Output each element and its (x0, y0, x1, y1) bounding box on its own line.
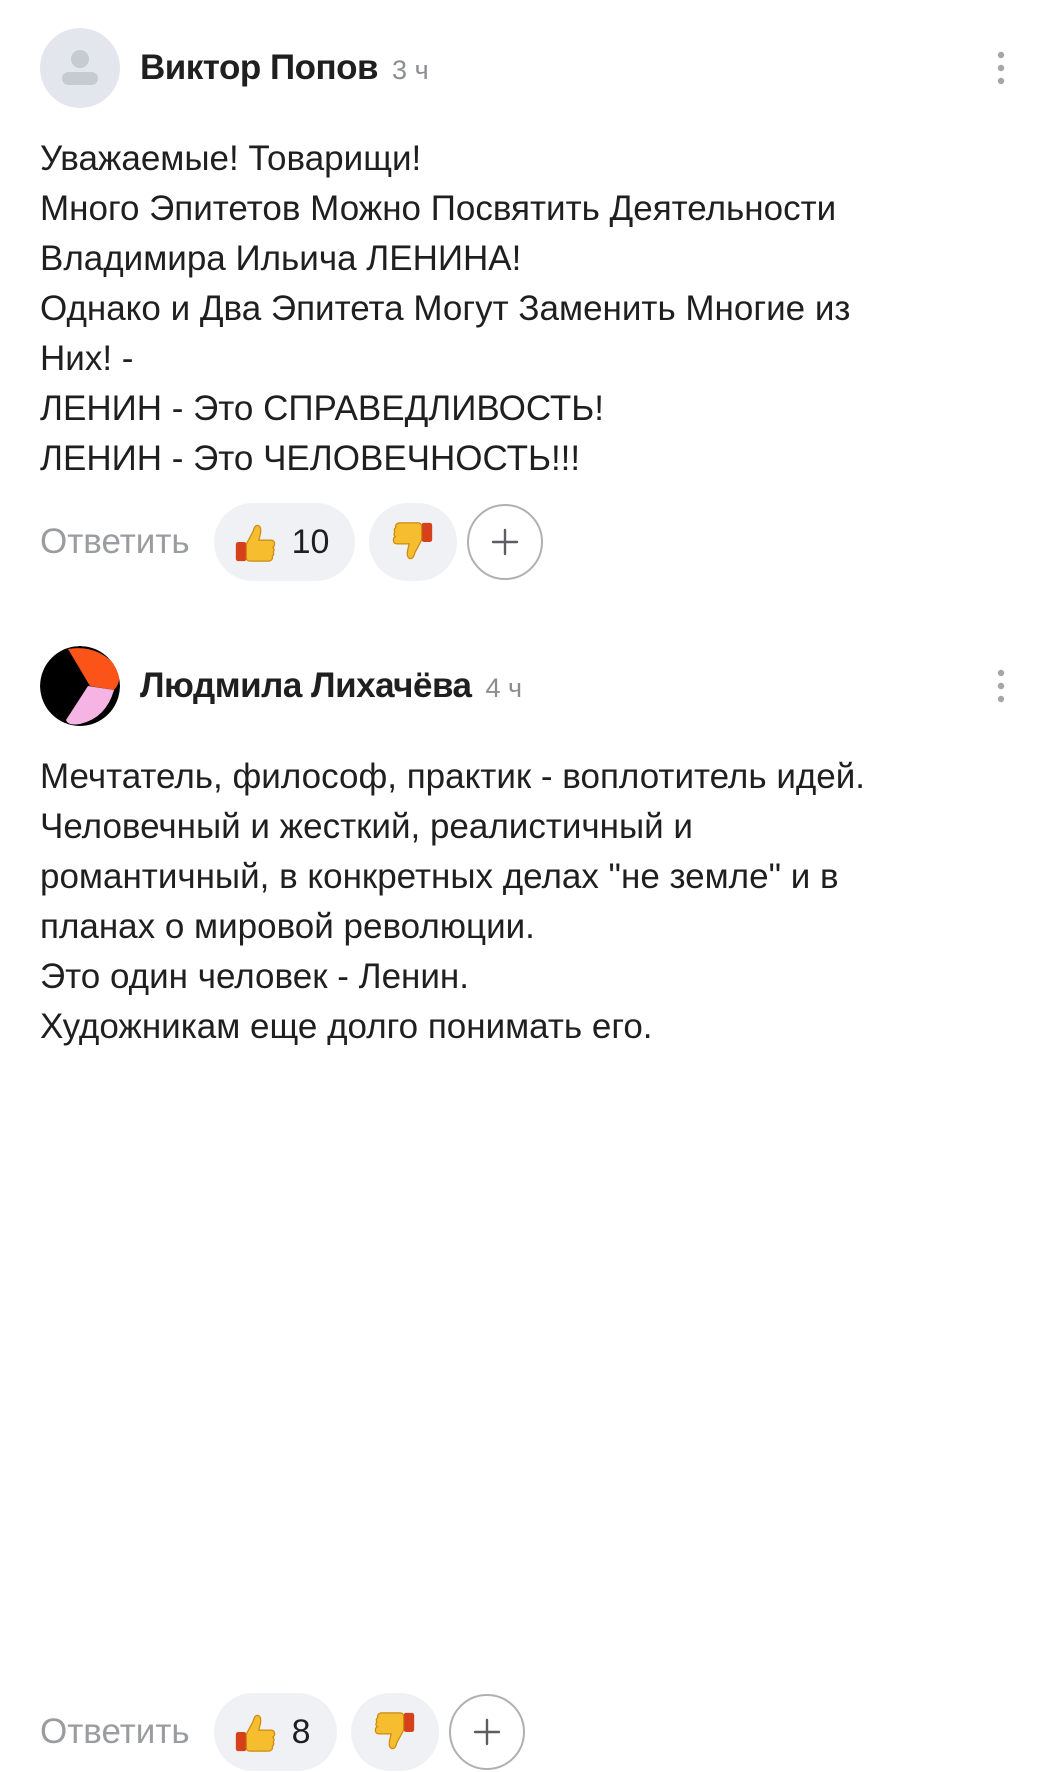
comment-actions: Ответить 8 (40, 1692, 525, 1772)
comment-text-line: ЛЕНИН - Это ЧЕЛОВЕЧНОСТЬ!!! (40, 439, 581, 478)
dislike-button[interactable] (369, 503, 458, 581)
like-button[interactable]: 10 (213, 503, 356, 581)
comment-text-line: романтичный, в конкретных делах "не земл… (40, 857, 839, 896)
author-line: Людмила Лихачёва 4 ч (140, 666, 522, 706)
avatar[interactable] (40, 646, 120, 726)
comment-text-line: Мечтатель, философ, практик - воплотител… (40, 757, 866, 796)
comment-text-line: Владимира Ильича ЛЕНИНА! (40, 239, 522, 278)
comment-text-line: планах о мировой революции. (40, 907, 535, 946)
more-vertical-icon (997, 669, 1005, 703)
author-name[interactable]: Виктор Попов (140, 48, 379, 87)
comment-text-line: Них! - (40, 339, 134, 378)
comment-text-line: Много Эпитетов Можно Посвятить Деятельно… (40, 189, 837, 228)
author-line: Виктор Попов 3 ч (140, 48, 429, 88)
comment-card: Виктор Попов 3 ч Уважаемые! Товарищи! Мно… (0, 28, 1060, 581)
author-name[interactable]: Людмила Лихачёва (140, 666, 472, 705)
comment-text-line: Художникам еще долго понимать его. (40, 1007, 653, 1046)
more-options-button[interactable] (984, 664, 1018, 708)
comment-text: Уважаемые! Товарищи! Много Эпитетов Можн… (40, 134, 1020, 484)
avatar[interactable] (40, 28, 120, 108)
thumbs-up-icon (235, 524, 275, 562)
thumbs-down-icon (393, 522, 433, 560)
plus-icon (492, 528, 519, 556)
comment-text-line: Это один человек - Ленин. (40, 957, 469, 996)
dislike-button[interactable] (350, 1693, 439, 1771)
more-vertical-icon (997, 51, 1005, 85)
plus-icon (473, 1718, 500, 1746)
thumbs-down-icon (374, 1712, 414, 1750)
user-silhouette-icon (62, 50, 98, 85)
comment-time: 3 ч (392, 55, 429, 85)
like-button[interactable]: 8 (213, 1693, 337, 1771)
more-options-button[interactable] (984, 46, 1018, 90)
comment-text-line: Человечный и жесткий, реалистичный и (40, 807, 693, 846)
comment-text-line: ЛЕНИН - Это СПРАВЕДЛИВОСТЬ! (40, 389, 604, 428)
reply-button[interactable]: Ответить (40, 522, 190, 562)
comment-text: Мечтатель, философ, практик - воплотител… (40, 752, 1020, 1052)
comment-header: Виктор Попов 3 ч (0, 28, 1060, 108)
comment-actions: Ответить 10 (40, 502, 544, 582)
comment-text-line: Уважаемые! Товарищи! (40, 139, 422, 178)
add-reaction-button[interactable] (467, 504, 544, 580)
comment-header: Людмила Лихачёва 4 ч (0, 646, 1060, 726)
abstract-avatar-image (40, 646, 120, 726)
comment-card: Людмила Лихачёва 4 ч Мечтатель, философ, … (0, 646, 1060, 1771)
like-count: 10 (291, 522, 330, 561)
reply-button[interactable]: Ответить (40, 1712, 190, 1752)
comment-time: 4 ч (485, 673, 523, 703)
add-reaction-button[interactable] (448, 1694, 525, 1770)
comment-text-line: Однако и Два Эпитета Могут Заменить Мног… (40, 289, 851, 328)
like-count: 8 (291, 1712, 311, 1751)
thumbs-up-icon (235, 1714, 275, 1752)
